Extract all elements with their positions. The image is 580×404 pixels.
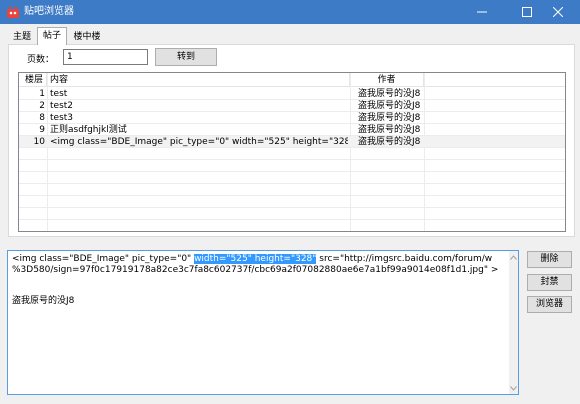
- floor-cell: 10: [33, 137, 45, 147]
- app-icon: [6, 5, 20, 19]
- floor-cell: 1: [39, 89, 45, 99]
- floor-cell: 2: [39, 101, 45, 111]
- column-header-floor[interactable]: 楼层: [19, 73, 47, 87]
- post-content-textbox[interactable]: <img class="BDE_Image" pic_type="0" widt…: [7, 250, 519, 395]
- client-area: 主题 帖子 楼中楼 页数： 1 转到 楼层 内容 作者 1 test 盗我原号的…: [0, 24, 580, 404]
- author-cell: 盗我原号的没J8: [358, 137, 421, 147]
- content-author-line: 盗我原号的没J8: [12, 296, 75, 306]
- close-icon: [553, 7, 563, 17]
- tab-posts[interactable]: 帖子: [37, 27, 67, 45]
- content-cell: test3: [50, 113, 74, 123]
- table-row-empty: [19, 220, 565, 231]
- content-line-1: <img class="BDE_Image" pic_type="0" widt…: [12, 254, 492, 265]
- scroll-up-icon[interactable]: [510, 253, 517, 261]
- tab-topics[interactable]: 主题: [9, 30, 35, 44]
- goto-page-button[interactable]: 转到: [155, 48, 217, 66]
- posts-list[interactable]: 楼层 内容 作者 1 test 盗我原号的没J8 2 test2 盗我原号的没J…: [18, 72, 566, 232]
- posts-list-header: 楼层 内容 作者: [19, 73, 565, 87]
- table-row[interactable]: 2 test2 盗我原号的没J8: [19, 100, 565, 112]
- window-title: 贴吧浏览器: [24, 6, 74, 17]
- table-row[interactable]: 1 test 盗我原号的没J8: [19, 88, 565, 100]
- content-text: src="http://imgsrc.baidu.com/forum/w: [316, 254, 493, 264]
- floor-cell: 9: [39, 125, 45, 135]
- table-row[interactable]: 9 正则asdfghjkl测试 盗我原号的没J8: [19, 124, 565, 136]
- table-row-empty: [19, 172, 565, 184]
- posts-tab-panel: 页数： 1 转到 楼层 内容 作者 1 test 盗我原号的没J8 2 test…: [8, 44, 575, 237]
- scroll-down-icon[interactable]: [510, 384, 517, 392]
- content-cell: <img class="BDE_Image" pic_type="0" widt…: [50, 137, 348, 147]
- author-cell: 盗我原号的没J8: [358, 101, 421, 111]
- open-browser-button[interactable]: 浏览器: [527, 296, 572, 313]
- table-row-empty: [19, 184, 565, 196]
- content-line-2: %3D580/sign=97f0c17919178a82ce3c7fa8c602…: [12, 265, 499, 275]
- table-row-empty: [19, 148, 565, 160]
- author-cell: 盗我原号的没J8: [358, 89, 421, 99]
- content-cell: test: [50, 89, 68, 99]
- selected-text: width="525" height="328": [194, 254, 317, 264]
- maximize-icon: [522, 7, 532, 17]
- tab-floor-replies[interactable]: 楼中楼: [70, 30, 104, 44]
- minimize-icon: [477, 11, 487, 13]
- content-cell: 正则asdfghjkl测试: [50, 125, 127, 135]
- page-number-input[interactable]: 1: [63, 49, 148, 65]
- table-row-empty: [19, 196, 565, 208]
- table-row-selected[interactable]: 10 <img class="BDE_Image" pic_type="0" w…: [19, 136, 565, 148]
- table-row-empty: [19, 160, 565, 172]
- floor-cell: 8: [39, 113, 45, 123]
- table-row[interactable]: 8 test3 盗我原号的没J8: [19, 112, 565, 124]
- column-header-content[interactable]: 内容: [47, 73, 350, 87]
- page-number-label: 页数：: [27, 55, 55, 65]
- column-header-author[interactable]: 作者: [350, 73, 424, 87]
- minimize-button[interactable]: [460, 0, 504, 24]
- textbox-scrollbar[interactable]: [509, 251, 518, 394]
- author-cell: 盗我原号的没J8: [358, 125, 421, 135]
- close-button[interactable]: [536, 0, 580, 24]
- content-cell: test2: [50, 101, 74, 111]
- ban-button[interactable]: 封禁: [527, 274, 572, 291]
- table-row-empty: [19, 208, 565, 220]
- author-cell: 盗我原号的没J8: [358, 113, 421, 123]
- title-bar: 贴吧浏览器: [0, 0, 580, 24]
- content-text: <img class="BDE_Image" pic_type="0": [12, 254, 195, 264]
- delete-button[interactable]: 删除: [527, 251, 572, 268]
